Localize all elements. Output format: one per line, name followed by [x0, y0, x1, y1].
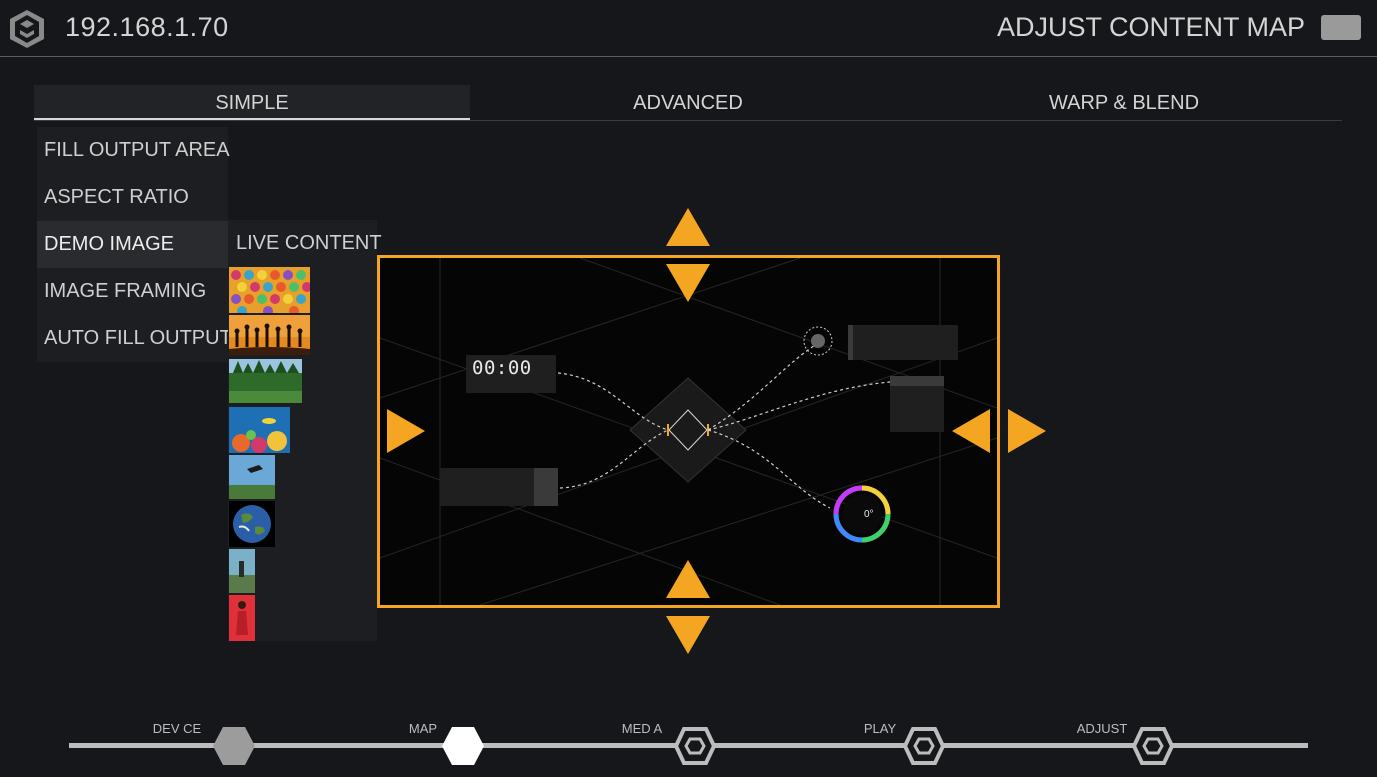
workflow-stepper: DEV CE MAP MED A PLAY ADJUST — [0, 705, 1377, 777]
top-edge-up-arrow-icon[interactable] — [666, 208, 710, 246]
left-edge-right-arrow-icon[interactable] — [387, 409, 425, 453]
demo-image-graphic — [380, 258, 997, 605]
degree-display: 0° — [864, 509, 874, 520]
time-display: 00:00 — [472, 357, 532, 379]
menu-button[interactable] — [1321, 15, 1361, 40]
thumbnail-red-dress-woman[interactable] — [229, 595, 255, 641]
tab-simple[interactable]: SIMPLE — [34, 85, 470, 120]
page-title: ADJUST CONTENT MAP — [996, 12, 1305, 42]
thumbnail-hiker[interactable] — [229, 549, 255, 593]
demo-image-submenu: LIVE CONTENT — [228, 220, 382, 641]
right-edge-right-arrow-icon[interactable] — [1008, 409, 1046, 453]
thumbnail-colorful-pattern[interactable] — [229, 267, 310, 313]
menu-item-demo-image[interactable]: DEMO IMAGE — [37, 221, 228, 268]
device-ip-address: 192.168.1.70 — [65, 12, 229, 42]
thumbnail-coral-reef[interactable] — [229, 407, 290, 453]
top-edge-down-arrow-icon[interactable] — [666, 264, 710, 302]
step-device-done-hexagon-icon[interactable] — [213, 726, 255, 766]
step-label-adjust[interactable]: ADJUST — [1077, 721, 1128, 736]
step-label-device[interactable]: DEV CE — [153, 721, 201, 736]
thumbnail-dancers-silhouette-sunset[interactable] — [229, 315, 310, 355]
menu-item-aspect-ratio[interactable]: ASPECT RATIO — [37, 174, 228, 221]
step-label-play[interactable]: PLAY — [864, 721, 896, 736]
menu-item-auto-fill-output[interactable]: AUTO FILL OUTPUT — [37, 315, 232, 362]
thumbnail-skydiver[interactable] — [229, 455, 275, 499]
top-bar: 192.168.1.70 ADJUST CONTENT MAP — [0, 0, 1377, 57]
content-preview[interactable]: 00:00 0° — [377, 255, 1000, 608]
step-play-pending-hexagon-icon[interactable] — [903, 726, 945, 766]
mode-tabs: SIMPLE ADVANCED WARP & BLEND — [34, 85, 1342, 121]
thumbnail-forest[interactable] — [229, 359, 302, 403]
bottom-edge-down-arrow-icon[interactable] — [666, 616, 710, 654]
tab-advanced[interactable]: ADVANCED — [470, 85, 906, 120]
right-edge-left-arrow-icon[interactable] — [952, 409, 990, 453]
step-map-current-hexagon-icon[interactable] — [442, 726, 484, 766]
step-adjust-pending-hexagon-icon[interactable] — [1132, 726, 1174, 766]
submenu-item-live-content[interactable]: LIVE CONTENT — [228, 220, 382, 267]
step-media-pending-hexagon-icon[interactable] — [674, 726, 716, 766]
menu-item-fill-output-area[interactable]: FILL OUTPUT AREA — [37, 127, 230, 174]
app-logo-icon — [10, 10, 44, 48]
simple-options-menu: FILL OUTPUT AREA ASPECT RATIO DEMO IMAGE… — [37, 127, 232, 362]
tab-warp-blend[interactable]: WARP & BLEND — [906, 85, 1342, 120]
thumbnail-earth-globe[interactable] — [229, 501, 275, 547]
bottom-edge-up-arrow-icon[interactable] — [666, 560, 710, 598]
menu-item-image-framing[interactable]: IMAGE FRAMING — [37, 268, 228, 315]
step-label-map[interactable]: MAP — [409, 721, 437, 736]
step-label-media[interactable]: MED A — [622, 721, 662, 736]
